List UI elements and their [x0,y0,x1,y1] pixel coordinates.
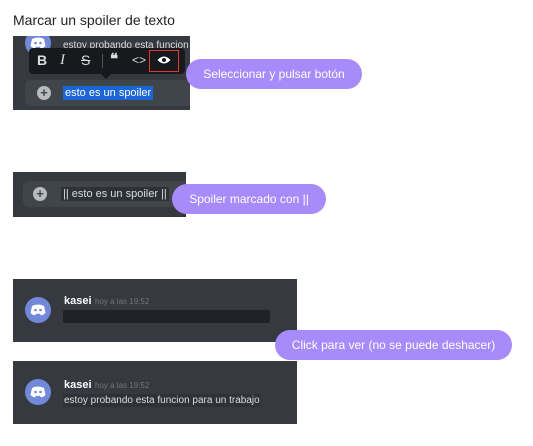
quote-button[interactable]: ❝ [110,50,118,68]
plus-icon[interactable]: + [37,86,51,100]
username[interactable]: kasei [64,379,92,391]
callout-marked: Spoiler marcado con || [172,184,326,214]
eye-icon [157,56,171,64]
revealed-message: estoy probando esta funcion para un trab… [63,394,261,407]
format-toolbar: B I S ❝ <> [29,48,185,74]
callout-select: Seleccionar y pulsar botón [186,59,362,89]
bold-button[interactable]: B [37,52,47,68]
page-title: Marcar un spoiler de texto [13,12,175,28]
timestamp: hoy a las 19:52 [95,297,150,306]
step3-panel: kasei hoy a las 19:52 [13,279,297,342]
discord-logo-icon [30,304,46,316]
spoiler-markdown-text: || esto es un spoiler || [61,187,169,201]
selected-text: esto es un spoiler [63,86,154,100]
spoiler-button[interactable] [149,50,179,72]
step4-panel: kasei hoy a las 19:52 estoy probando est… [13,361,297,424]
italic-button[interactable]: I [60,52,65,69]
message-input[interactable]: + esto es un spoiler [25,80,190,106]
callout-click: Click para ver (no se puede deshacer) [275,330,512,360]
step1-panel: estoy probando esta funcion B I S ❝ <> +… [13,36,190,110]
toolbar-divider [102,54,103,68]
avatar [25,379,51,405]
username[interactable]: kasei [64,295,92,307]
step2-panel: + || esto es un spoiler || [13,172,186,217]
strikethrough-button[interactable]: S [81,52,90,68]
plus-icon[interactable]: + [33,187,47,201]
message-input[interactable]: + || esto es un spoiler || [23,181,186,207]
avatar [25,297,51,323]
hidden-spoiler-block[interactable] [63,310,270,323]
discord-logo-icon [30,386,46,398]
code-button[interactable]: <> [132,53,146,67]
toolbar-pointer [101,74,111,79]
timestamp: hoy a las 19:52 [95,381,150,390]
